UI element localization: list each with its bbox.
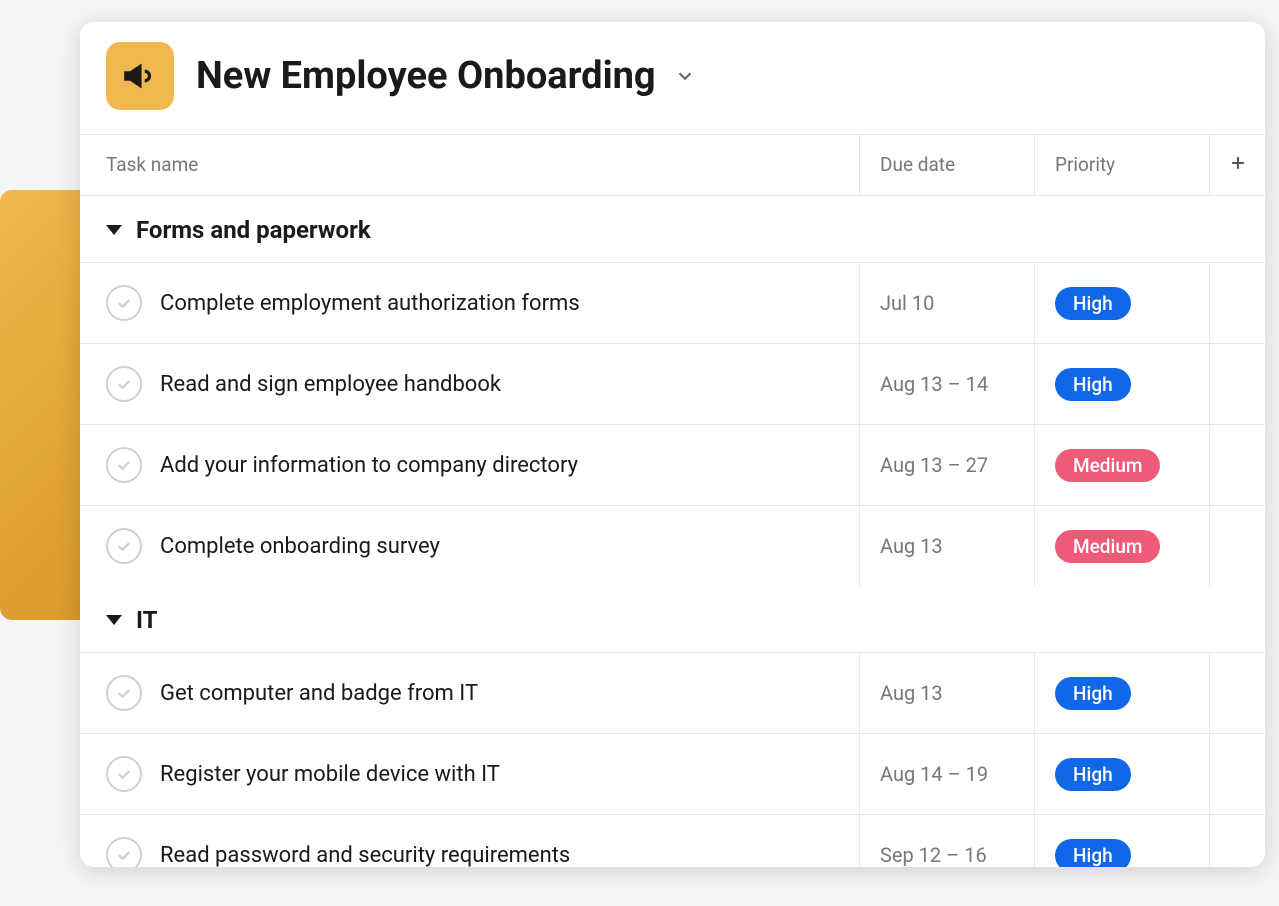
task-due-date[interactable]: Aug 13: [859, 653, 1034, 733]
task-main: Get computer and badge from IT: [80, 653, 859, 733]
due-date-text: Aug 13: [880, 681, 943, 705]
task-due-date[interactable]: Jul 10: [859, 263, 1034, 343]
check-circle-icon[interactable]: [106, 675, 142, 711]
plus-icon: [1228, 153, 1248, 177]
caret-down-icon[interactable]: [106, 615, 122, 625]
priority-pill: High: [1055, 287, 1131, 320]
task-extra-cell: [1209, 734, 1265, 814]
task-main: Register your mobile device with IT: [80, 734, 859, 814]
columns-header: Task name Due date Priority: [80, 134, 1265, 196]
task-extra-cell: [1209, 506, 1265, 586]
column-priority[interactable]: Priority: [1034, 135, 1209, 195]
task-name: Register your mobile device with IT: [160, 762, 500, 787]
section-header[interactable]: Forms and paperwork: [80, 196, 1265, 262]
task-extra-cell: [1209, 344, 1265, 424]
task-main: Read and sign employee handbook: [80, 344, 859, 424]
task-row[interactable]: Get computer and badge from IT Aug 13 Hi…: [80, 652, 1265, 733]
caret-down-icon[interactable]: [106, 225, 122, 235]
section-title: IT: [136, 606, 158, 634]
column-task-name[interactable]: Task name: [80, 135, 859, 195]
priority-pill: High: [1055, 677, 1131, 710]
task-priority[interactable]: Medium: [1034, 506, 1209, 586]
megaphone-icon: [106, 42, 174, 110]
task-main: Complete employment authorization forms: [80, 263, 859, 343]
task-row[interactable]: Add your information to company director…: [80, 424, 1265, 505]
task-priority[interactable]: High: [1034, 263, 1209, 343]
due-date-text: Aug 14 – 19: [880, 762, 988, 786]
task-due-date[interactable]: Aug 13: [859, 506, 1034, 586]
priority-pill: Medium: [1055, 530, 1160, 563]
task-name: Complete onboarding survey: [160, 534, 440, 559]
column-due-date[interactable]: Due date: [859, 135, 1034, 195]
task-priority[interactable]: High: [1034, 344, 1209, 424]
task-name: Read and sign employee handbook: [160, 372, 501, 397]
task-extra-cell: [1209, 425, 1265, 505]
task-due-date[interactable]: Aug 13 – 14: [859, 344, 1034, 424]
task-due-date[interactable]: Sep 12 – 16: [859, 815, 1034, 867]
task-due-date[interactable]: Aug 13 – 27: [859, 425, 1034, 505]
priority-pill: High: [1055, 368, 1131, 401]
column-label: Priority: [1055, 153, 1115, 176]
background-decoration: [0, 190, 80, 620]
priority-pill: High: [1055, 758, 1131, 791]
task-priority[interactable]: High: [1034, 815, 1209, 867]
task-name: Complete employment authorization forms: [160, 291, 580, 316]
check-circle-icon[interactable]: [106, 837, 142, 867]
due-date-text: Aug 13 – 14: [880, 372, 988, 396]
task-priority[interactable]: Medium: [1034, 425, 1209, 505]
project-title: New Employee Onboarding: [196, 54, 656, 98]
task-extra-cell: [1209, 653, 1265, 733]
task-row[interactable]: Read password and security requirements …: [80, 814, 1265, 867]
column-label: Due date: [880, 153, 955, 176]
task-row[interactable]: Read and sign employee handbook Aug 13 –…: [80, 343, 1265, 424]
task-due-date[interactable]: Aug 14 – 19: [859, 734, 1034, 814]
check-circle-icon[interactable]: [106, 366, 142, 402]
title-wrap: New Employee Onboarding: [196, 54, 696, 98]
task-row[interactable]: Register your mobile device with IT Aug …: [80, 733, 1265, 814]
section-header[interactable]: IT: [80, 586, 1265, 652]
task-priority[interactable]: High: [1034, 653, 1209, 733]
check-circle-icon[interactable]: [106, 756, 142, 792]
task-extra-cell: [1209, 815, 1265, 867]
task-main: Add your information to company director…: [80, 425, 859, 505]
due-date-text: Aug 13: [880, 534, 943, 558]
task-priority[interactable]: High: [1034, 734, 1209, 814]
task-name: Get computer and badge from IT: [160, 681, 478, 706]
project-panel: New Employee Onboarding Task name Due da…: [80, 22, 1265, 867]
task-extra-cell: [1209, 263, 1265, 343]
task-name: Read password and security requirements: [160, 843, 570, 868]
section-title: Forms and paperwork: [136, 216, 371, 244]
column-label: Task name: [106, 153, 198, 176]
sections-container: Forms and paperwork Complete employment …: [80, 196, 1265, 867]
task-name: Add your information to company director…: [160, 453, 578, 478]
task-row[interactable]: Complete onboarding survey Aug 13 Medium: [80, 505, 1265, 586]
chevron-down-icon[interactable]: [674, 65, 696, 87]
task-row[interactable]: Complete employment authorization forms …: [80, 262, 1265, 343]
due-date-text: Sep 12 – 16: [880, 843, 987, 867]
add-column-button[interactable]: [1209, 135, 1265, 195]
check-circle-icon[interactable]: [106, 447, 142, 483]
task-main: Complete onboarding survey: [80, 506, 859, 586]
task-main: Read password and security requirements: [80, 815, 859, 867]
check-circle-icon[interactable]: [106, 285, 142, 321]
due-date-text: Aug 13 – 27: [880, 453, 988, 477]
due-date-text: Jul 10: [880, 291, 934, 315]
priority-pill: High: [1055, 839, 1131, 868]
project-header: New Employee Onboarding: [80, 22, 1265, 134]
check-circle-icon[interactable]: [106, 528, 142, 564]
priority-pill: Medium: [1055, 449, 1160, 482]
